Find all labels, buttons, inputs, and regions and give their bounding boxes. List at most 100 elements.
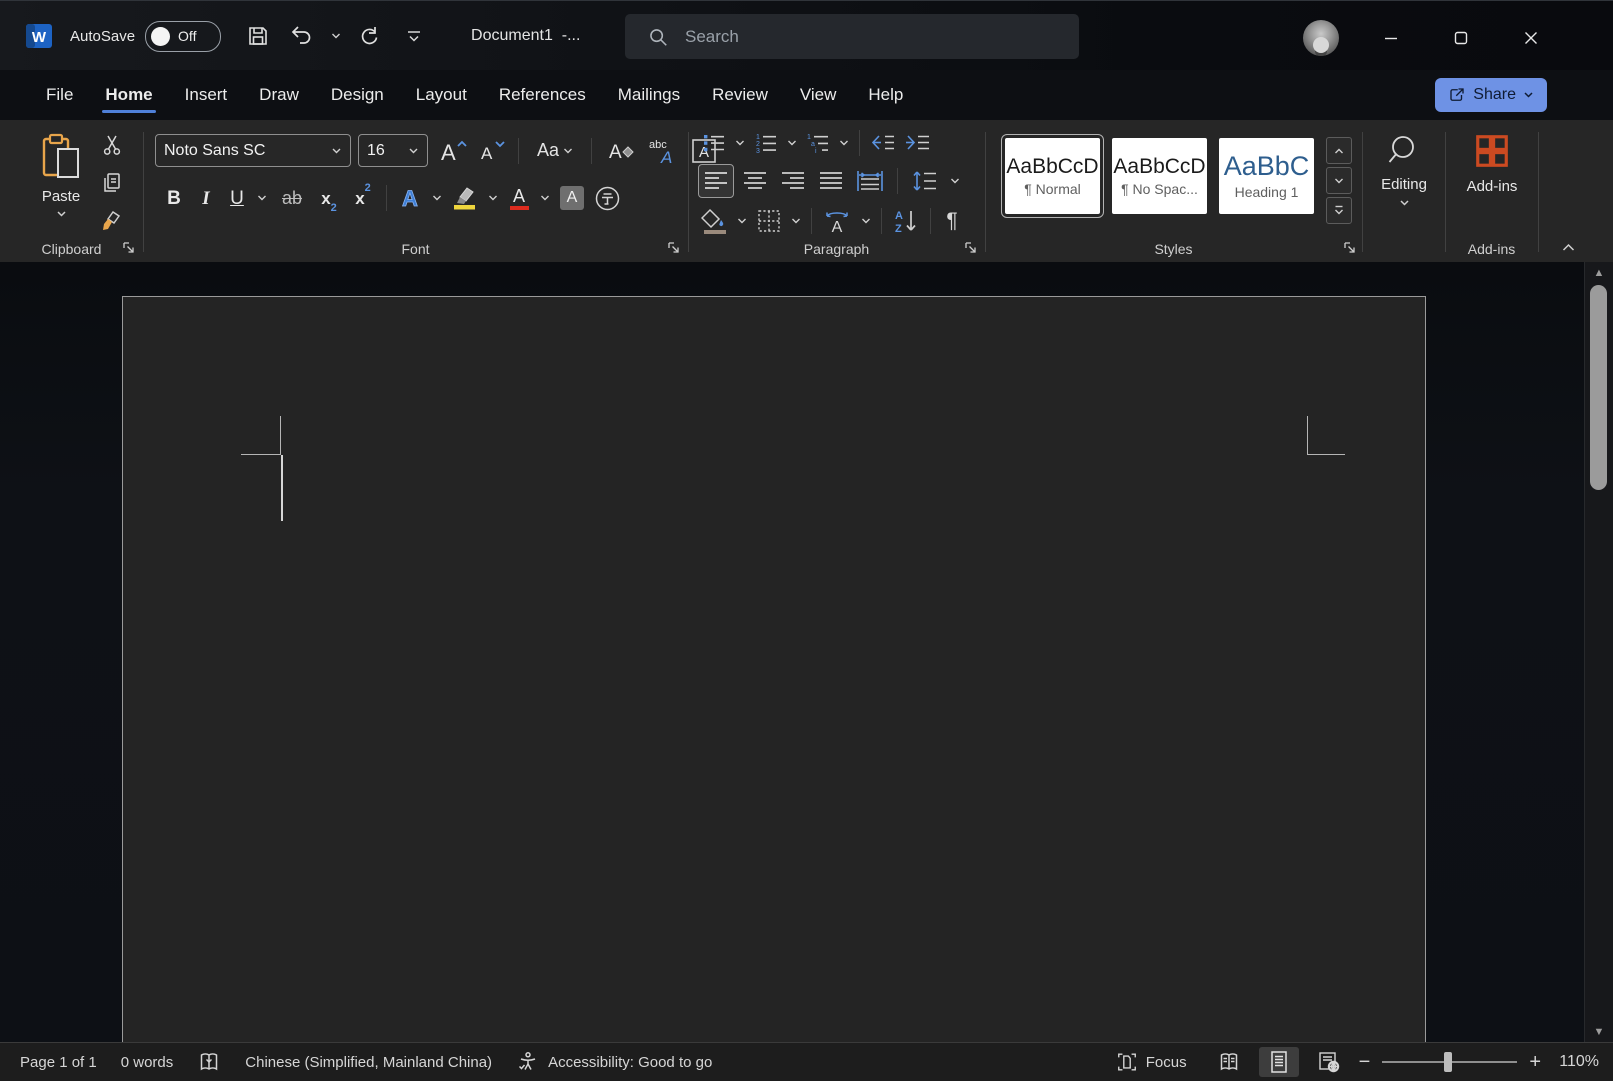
tab-layout[interactable]: Layout [400,70,483,120]
styles-dialog-launcher[interactable] [1341,240,1358,256]
align-right-button[interactable] [776,165,810,197]
collapse-ribbon-button[interactable] [1560,239,1577,255]
scroll-down-icon[interactable]: ▼ [1585,1026,1613,1038]
paragraph-dialog-launcher[interactable] [962,240,979,256]
page-indicator[interactable]: Page 1 of 1 [0,1043,109,1081]
asian-layout-button[interactable]: A [818,205,856,237]
font-size-combo[interactable]: 16 [358,134,428,167]
editing-button[interactable]: Editing [1374,132,1434,207]
align-center-button[interactable] [738,165,772,197]
tab-references[interactable]: References [483,70,602,120]
styles-scroll-up-button[interactable] [1326,137,1352,164]
show-formatting-marks-button[interactable]: ¶ [937,205,967,237]
style-card-normal[interactable]: AaBbCcD ¶ Normal [1001,134,1104,218]
autosave-toggle[interactable]: Off [145,20,222,52]
character-shading-button[interactable]: A [556,182,588,214]
enclose-character-circle-button[interactable] [590,182,624,214]
line-spacing-button[interactable] [907,165,943,197]
paste-button[interactable]: Paste [28,128,94,238]
tab-review[interactable]: Review [696,70,784,120]
read-mode-button[interactable] [1209,1047,1249,1077]
redo-button[interactable] [355,21,385,51]
word-count[interactable]: 0 words [109,1043,186,1081]
bullets-button[interactable] [698,128,730,158]
bullets-chevron-icon[interactable] [731,139,749,147]
vertical-scrollbar[interactable]: ▲ ▼ [1584,262,1613,1043]
addins-button[interactable]: Add-ins [1460,132,1524,195]
subscript-button[interactable]: x2 [313,182,345,215]
styles-gallery-expand-button[interactable] [1326,197,1352,224]
strikethrough-button[interactable]: ab [273,182,311,214]
search-input[interactable] [683,25,1007,48]
sort-button[interactable]: AZ [888,205,924,237]
tab-file[interactable]: File [30,70,89,120]
zoom-in-button[interactable]: + [1529,1052,1541,1072]
avatar[interactable] [1303,20,1339,56]
underline-chevron-icon[interactable] [253,194,271,202]
maximize-button[interactable] [1438,22,1484,54]
tab-view[interactable]: View [784,70,853,120]
line-spacing-chevron-icon[interactable] [947,177,963,185]
text-effects-button[interactable]: A [394,182,426,214]
superscript-button[interactable]: x2 [347,182,379,214]
tab-home[interactable]: Home [89,70,168,120]
justify-button[interactable] [814,165,848,197]
minimize-button[interactable] [1368,22,1414,54]
scrollbar-thumb[interactable] [1590,285,1607,490]
decrease-indent-button[interactable] [866,128,900,158]
text-effects-chevron-icon[interactable] [428,194,446,202]
tab-design[interactable]: Design [315,70,400,120]
bold-button[interactable]: B [159,182,189,214]
tab-insert[interactable]: Insert [169,70,244,120]
search-box[interactable] [625,14,1079,59]
increase-indent-button[interactable] [901,128,935,158]
accessibility-status[interactable]: Accessibility: Good to go [504,1043,724,1081]
shading-button[interactable] [698,205,732,237]
web-layout-button[interactable] [1309,1047,1349,1077]
zoom-slider[interactable] [1382,1052,1518,1072]
focus-mode-button[interactable]: Focus [1104,1043,1199,1081]
proofing-status[interactable] [185,1043,233,1081]
align-left-button[interactable] [698,164,734,198]
asian-layout-chevron-icon[interactable] [857,217,875,225]
print-layout-button[interactable] [1258,1047,1299,1077]
font-dialog-launcher[interactable] [665,240,682,256]
customize-quick-access-icon[interactable] [399,21,429,51]
cut-button[interactable] [94,128,130,161]
distribute-text-button[interactable] [852,165,888,197]
numbering-chevron-icon[interactable] [783,139,801,147]
phonetic-guide-button[interactable]: abc A [645,135,681,167]
zoom-out-button[interactable]: − [1359,1052,1371,1072]
clipboard-dialog-launcher[interactable] [120,240,137,256]
clear-formatting-button[interactable]: A [604,135,638,167]
zoom-level[interactable]: 110% [1551,1053,1599,1071]
paste-chevron-icon[interactable] [56,210,67,218]
numbering-button[interactable]: 123 [750,128,782,158]
document-page[interactable] [122,296,1426,1044]
multilevel-list-button[interactable]: 1ai [802,128,834,158]
close-button[interactable] [1508,22,1554,54]
format-painter-button[interactable] [94,204,130,237]
share-button[interactable]: Share [1435,78,1547,112]
change-case-button[interactable]: Aa [531,135,579,167]
font-color-button[interactable]: A [504,182,534,214]
font-family-combo[interactable]: Noto Sans SC [155,134,351,167]
borders-button[interactable] [752,205,786,237]
scroll-up-icon[interactable]: ▲ [1585,267,1613,279]
multilevel-chevron-icon[interactable] [835,139,853,147]
document-title[interactable]: Document1 -... [471,27,580,45]
language-indicator[interactable]: Chinese (Simplified, Mainland China) [233,1043,504,1081]
style-card-no-spacing[interactable]: AaBbCcD ¶ No Spac... [1112,138,1207,214]
highlight-button[interactable] [448,182,482,214]
copy-button[interactable] [94,166,130,199]
font-color-chevron-icon[interactable] [536,194,554,202]
underline-button[interactable]: U [223,182,251,214]
tab-help[interactable]: Help [852,70,919,120]
zoom-slider-thumb[interactable] [1444,1052,1453,1072]
styles-scroll-down-button[interactable] [1326,167,1352,194]
shrink-font-button[interactable]: A [476,135,506,167]
style-card-heading1[interactable]: AaBbC Heading 1 [1219,138,1314,214]
shading-chevron-icon[interactable] [733,217,751,225]
undo-chevron-icon[interactable] [331,32,341,40]
highlight-chevron-icon[interactable] [484,194,502,202]
